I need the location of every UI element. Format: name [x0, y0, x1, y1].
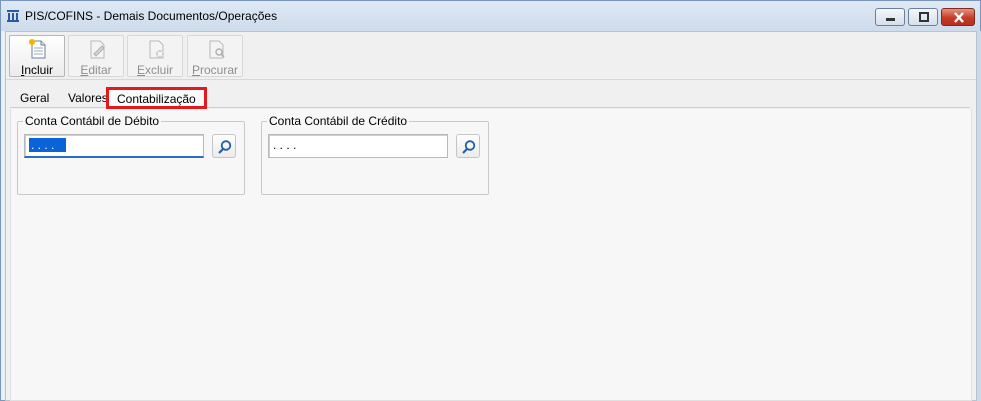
procurar-button[interactable]: Procurar	[187, 35, 243, 77]
procurar-label: Procurar	[191, 63, 239, 77]
title-bar[interactable]: PIS/COFINS - Demais Documentos/Operações	[1, 1, 980, 31]
window: PIS/COFINS - Demais Documentos/Operações…	[0, 0, 981, 401]
debito-account-value: . . . .	[29, 138, 67, 152]
editar-label: Editar	[80, 63, 112, 77]
incluir-label: Incluir	[20, 63, 54, 77]
magnifier-icon	[462, 140, 476, 154]
credito-group-label: Conta Contábil de Crédito	[267, 114, 410, 128]
minimize-icon	[886, 18, 895, 21]
tab-strip: Geral Valores Contabilização	[10, 87, 970, 109]
restore-icon	[919, 12, 929, 22]
credito-lookup-button[interactable]	[456, 134, 480, 158]
search-document-icon	[209, 40, 225, 59]
app-building-icon	[7, 10, 19, 22]
close-button[interactable]	[941, 8, 975, 26]
excluir-label: Excluir	[136, 63, 174, 77]
excluir-button[interactable]: Excluir	[127, 35, 183, 77]
client-area: Incluir Editar Excluir Procurar Geral Va…	[5, 31, 977, 401]
new-document-icon	[29, 39, 46, 59]
contabilizacao-panel: Conta Contábil de Débito . . . . Conta C…	[10, 109, 972, 401]
tab-geral[interactable]: Geral	[16, 91, 53, 108]
tab-valores[interactable]: Valores	[64, 91, 112, 108]
credito-account-input[interactable]: . . . .	[268, 134, 448, 158]
editar-button[interactable]: Editar	[68, 35, 124, 77]
edit-document-icon	[90, 40, 105, 59]
close-icon	[954, 12, 964, 23]
debito-lookup-button[interactable]	[212, 134, 236, 158]
tab-contabilizacao[interactable]: Contabilização	[106, 87, 207, 109]
restore-button[interactable]	[908, 8, 938, 26]
credito-account-value: . . . .	[273, 138, 297, 152]
minimize-button[interactable]	[875, 8, 905, 26]
window-border-right	[977, 31, 981, 401]
debito-account-input[interactable]: . . . .	[24, 134, 204, 158]
debito-group: Conta Contábil de Débito . . . .	[17, 114, 245, 195]
debito-group-label: Conta Contábil de Débito	[23, 114, 162, 128]
window-title: PIS/COFINS - Demais Documentos/Operações	[25, 9, 278, 23]
magnifier-icon	[218, 140, 232, 154]
incluir-button[interactable]: Incluir	[9, 35, 65, 77]
credito-group: Conta Contábil de Crédito . . . .	[261, 114, 489, 195]
toolbar: Incluir Editar Excluir Procurar	[6, 32, 976, 80]
delete-document-icon	[149, 40, 164, 59]
